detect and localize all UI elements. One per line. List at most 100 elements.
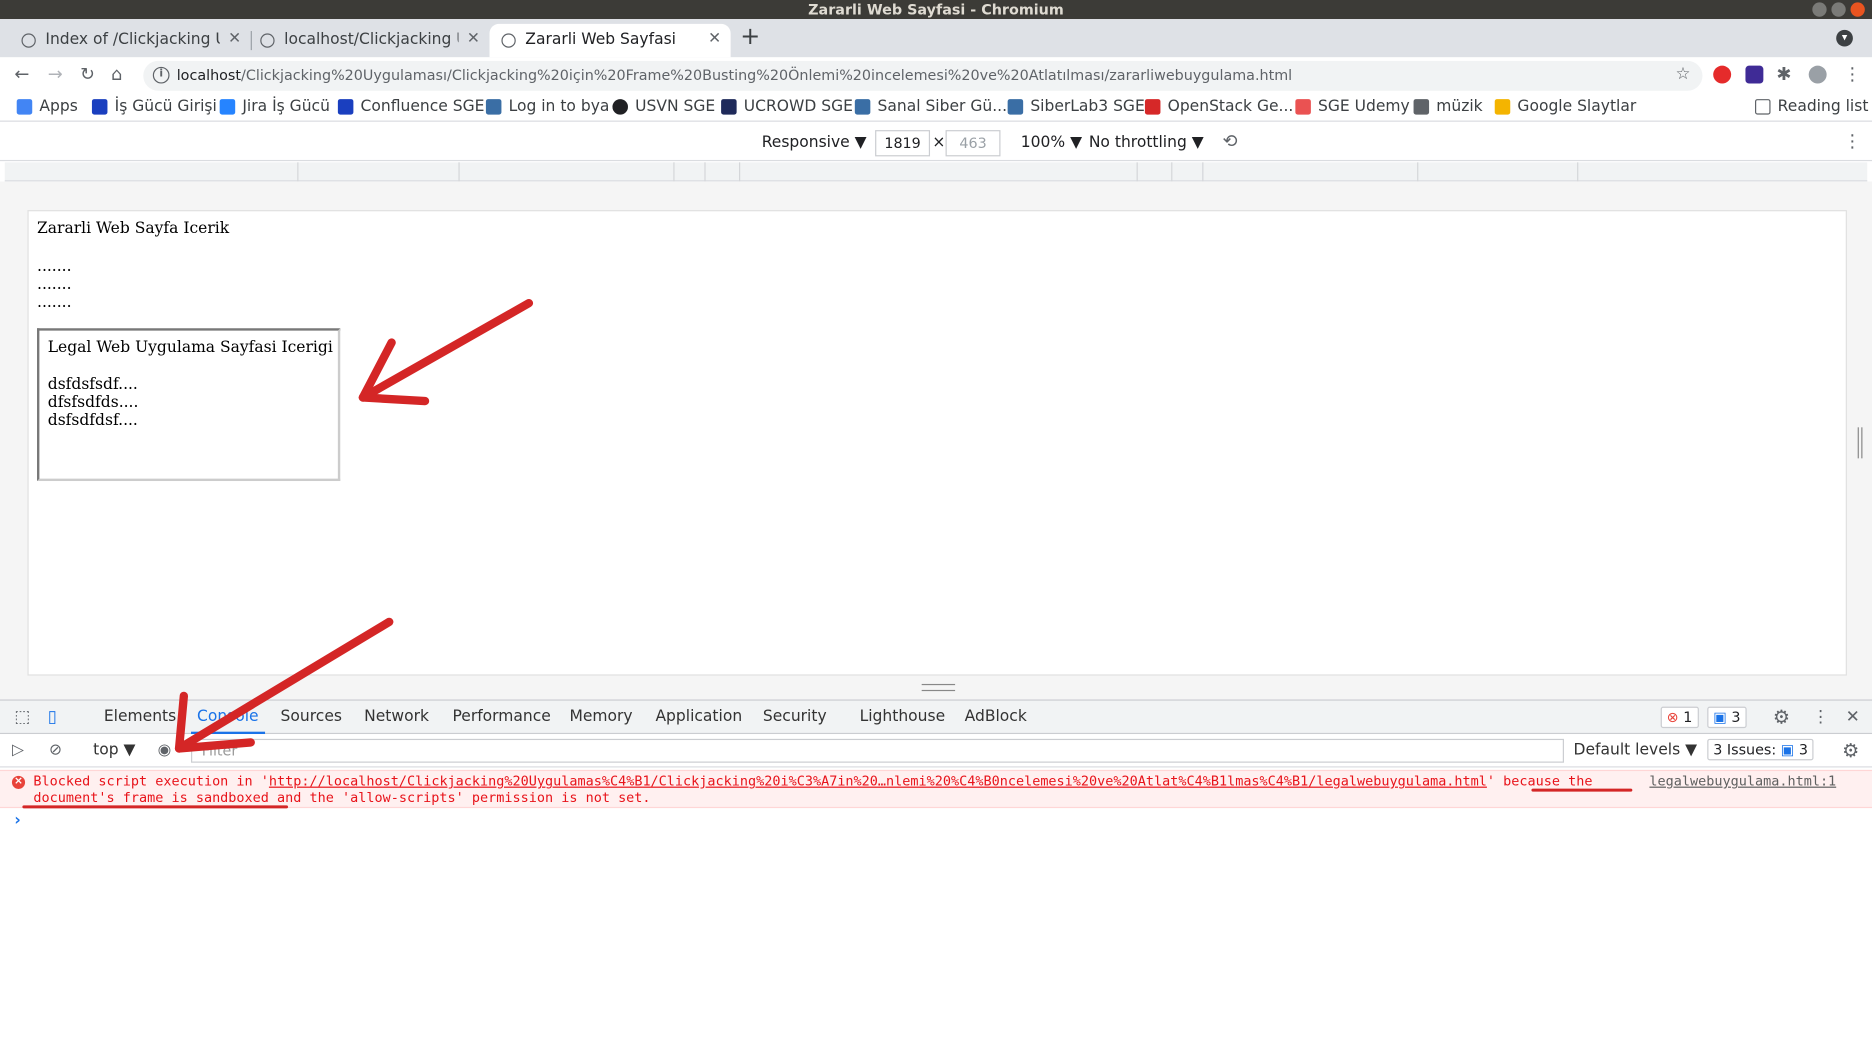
tab-localhost[interactable]: localhost/Clickjacking Uyg ✕ (239, 24, 490, 57)
device-more-icon[interactable]: ⋮ (1843, 130, 1861, 151)
ruler-seg (1417, 162, 1419, 182)
tab-zararli[interactable]: Zararli Web Sayfasi ✕ (489, 23, 731, 58)
tab-application[interactable]: Application (655, 708, 742, 726)
message-icon: ▣ (1780, 741, 1795, 758)
devtools-tab-bar: ⬚ ▯ Elements Console Sources Network Per… (0, 699, 1872, 735)
tab-elements[interactable]: Elements (104, 708, 176, 726)
bookmark-sge-udemy[interactable]: SGE Udemy (1295, 98, 1410, 116)
new-tab-button[interactable]: + (740, 21, 760, 50)
maximize-icon[interactable] (1831, 2, 1846, 17)
bookmark-sanal-siber[interactable]: Sanal Siber Gü... (854, 98, 1007, 116)
extension-adblock-icon[interactable] (1713, 65, 1732, 84)
viewport-width-input[interactable]: 1819 (875, 130, 931, 157)
tab-performance[interactable]: Performance (452, 708, 550, 726)
jira-icon (219, 99, 236, 115)
device-toolbar: Responsive ▼ 1819 × 463 100% ▼ No thrott… (0, 122, 1872, 162)
console-settings-gear-icon[interactable]: ⚙ (1842, 739, 1859, 762)
browser-toolbar: ← → ↻ ⌂ i localhost/Clickjacking%20Uygul… (0, 57, 1872, 94)
tab-memory[interactable]: Memory (569, 708, 632, 726)
close-tab-icon[interactable]: ✕ (467, 30, 480, 48)
bookmark-apps[interactable]: Apps (16, 98, 78, 116)
bookmark-log-in-to-bya[interactable]: Log in to bya (485, 98, 609, 116)
viewport-side-resize-handle[interactable] (1857, 427, 1863, 459)
settings-gear-icon[interactable]: ⚙ (1773, 705, 1790, 728)
bookmark-jira[interactable]: Jira İş Gücü (219, 98, 330, 116)
tab-index-of[interactable]: Index of /Clickjacking Uyg ✕ (0, 24, 251, 57)
live-expression-eye-icon[interactable]: ◉ (158, 741, 172, 759)
viewport-bottom-resize-handle[interactable] (921, 683, 956, 692)
address-bar[interactable]: i localhost/Clickjacking%20Uygulaması/Cl… (143, 60, 1703, 91)
viewport-height-input[interactable]: 463 (945, 130, 1001, 157)
bya-icon (854, 99, 871, 115)
bookmarks-bar: Apps İş Gücü Girişi Jira İş Gücü Conflue… (0, 93, 1872, 122)
tab-sources[interactable]: Sources (281, 708, 342, 726)
tab-network[interactable]: Network (364, 708, 429, 726)
tab-security[interactable]: Security (763, 708, 827, 726)
console-prompt[interactable]: › (14, 812, 20, 830)
reading-list-button[interactable]: Reading list (1755, 98, 1868, 116)
forward-icon[interactable]: → (48, 63, 63, 84)
site-info-icon[interactable]: i (152, 66, 170, 84)
error-url-link[interactable]: http://localhost/Clickjacking%20Uygulama… (269, 773, 1487, 789)
reload-icon[interactable]: ↻ (80, 63, 95, 84)
device-mode-select[interactable]: Responsive ▼ (762, 134, 867, 152)
more-menu-icon[interactable]: ⋮ (1843, 63, 1861, 84)
rotate-icon[interactable]: ⟲ (1223, 130, 1238, 151)
confluence-icon (91, 99, 108, 115)
close-tab-icon[interactable]: ✕ (708, 30, 721, 48)
tab-strip: Index of /Clickjacking Uyg ✕ localhost/C… (0, 19, 1872, 58)
bookmark-google-slaytlar[interactable]: Google Slaytlar (1494, 98, 1636, 116)
bookmark-openstack[interactable]: OpenStack Ge... (1144, 98, 1293, 116)
minimize-icon[interactable] (1812, 2, 1827, 17)
iframe-title: Legal Web Uygulama Sayfasi Icerigi (47, 338, 333, 357)
log-levels-select[interactable]: Default levels ▼ (1574, 741, 1698, 759)
bookmark-muzik[interactable]: müzik (1413, 98, 1483, 116)
devtools-more-icon[interactable]: ⋮ (1812, 708, 1829, 727)
error-source-link[interactable]: legalwebuygulama.html:1 (1649, 773, 1836, 789)
context-select[interactable]: top ▼ (93, 741, 135, 759)
sidebar-toggle-icon[interactable]: ▷ (12, 741, 24, 759)
extension-icon[interactable] (1745, 65, 1764, 84)
dimension-separator: × (932, 133, 946, 152)
ruler-seg (739, 162, 741, 182)
console-error-message: × Blocked script execution in 'http://lo… (0, 769, 1872, 809)
window-title-bar: Zararli Web Sayfasi - Chromium (0, 0, 1872, 20)
back-icon[interactable]: ← (14, 63, 29, 84)
sandboxed-iframe[interactable]: Legal Web Uygulama Sayfasi Icerigi dsfds… (37, 328, 341, 482)
ruler-seg (1202, 162, 1204, 182)
openstack-icon (1144, 99, 1161, 115)
globe-icon (21, 33, 36, 48)
web-page-content: Zararli Web Sayfa Icerik ....... .......… (27, 210, 1847, 676)
tab-lighthouse[interactable]: Lighthouse (860, 708, 946, 726)
throttling-select[interactable]: No throttling ▼ (1089, 134, 1204, 152)
ruler-seg (1136, 162, 1138, 182)
extensions-puzzle-icon[interactable]: ✱ (1776, 63, 1791, 84)
bookmark-star-icon[interactable]: ☆ (1676, 64, 1691, 83)
bookmark-ucrowd[interactable]: UCROWD SGE (721, 98, 853, 116)
message-count-badge[interactable]: ▣ 3 (1707, 706, 1747, 729)
zoom-select[interactable]: 100% ▼ (1021, 134, 1082, 152)
inspect-element-icon[interactable]: ⬚ (14, 708, 30, 727)
message-icon: ▣ (1713, 709, 1727, 726)
bya-icon (485, 99, 502, 115)
error-icon: × (11, 775, 26, 789)
bookmark-usvn[interactable]: USVN SGE (612, 98, 715, 116)
bookmark-siberlab3[interactable]: SiberLab3 SGE (1007, 98, 1145, 116)
close-devtools-icon[interactable]: ✕ (1846, 708, 1860, 727)
console-filter-input[interactable]: Filter (191, 738, 1564, 763)
home-icon[interactable]: ⌂ (111, 63, 122, 84)
page-dots-line: ....... (37, 275, 72, 294)
tab-search-icon[interactable]: ▾ (1836, 29, 1853, 47)
bookmark-is-gucu-girisi[interactable]: İş Gücü Girişi (91, 98, 217, 116)
close-window-icon[interactable] (1850, 2, 1865, 17)
ruler-seg (1171, 162, 1173, 182)
clear-console-icon[interactable]: ⊘ (49, 741, 62, 759)
bookmark-confluence[interactable]: Confluence SGE (337, 98, 484, 116)
tab-adblock[interactable]: AdBlock (965, 708, 1027, 726)
tab-console[interactable]: Console (197, 708, 259, 726)
media-query-ruler (4, 162, 1868, 182)
profile-avatar-icon[interactable] (1808, 65, 1827, 84)
issues-badge[interactable]: 3 Issues: ▣ 3 (1707, 738, 1815, 761)
error-count-badge[interactable]: ⊗ 1 (1660, 706, 1699, 729)
device-toggle-icon[interactable]: ▯ (48, 708, 57, 727)
